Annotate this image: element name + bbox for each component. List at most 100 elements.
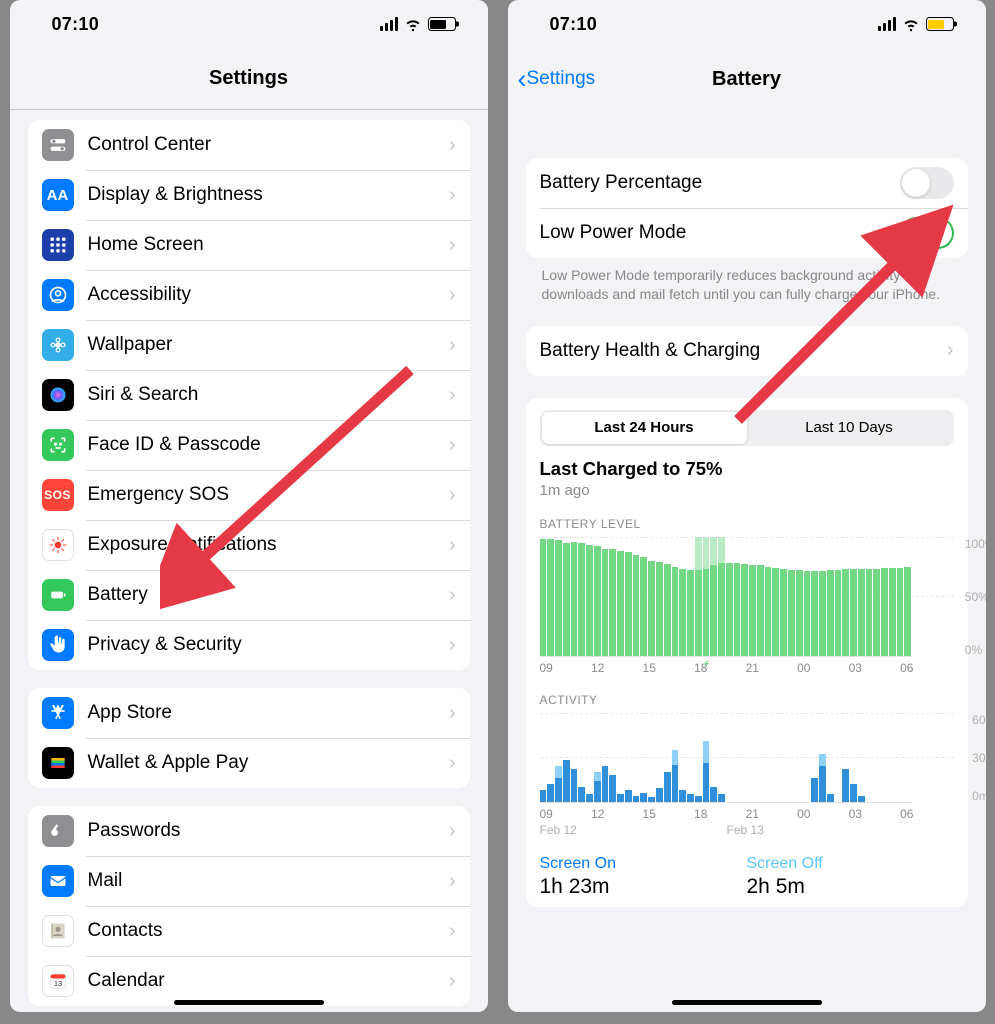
siri-icon [42,379,74,411]
chevron-right-icon: › [449,334,456,357]
settings-row-faceid[interactable]: Face ID & Passcode › [28,420,470,470]
status-time: 07:10 [550,14,598,35]
low-power-mode-label: Low Power Mode [540,222,886,244]
appstore-icon [42,697,74,729]
battery-health-label: Battery Health & Charging [540,340,933,362]
phone-battery-settings: 07:10 ‹ Settings Battery Battery Percent… [508,0,986,1012]
battery-toggles-group: Battery Percentage Low Power Mode [526,158,968,258]
battery-percentage-toggle[interactable] [900,167,954,199]
battery-health-group: Battery Health & Charging › [526,326,968,376]
cellular-signal-icon [380,17,398,31]
screen-off-stat[interactable]: Screen Off 2h 5m [747,855,954,899]
hand-icon [42,629,74,661]
home-indicator[interactable] [672,1000,822,1005]
battery-scroll[interactable]: Battery Percentage Low Power Mode Low Po… [508,110,986,1012]
status-time: 07:10 [52,14,100,35]
settings-row-label: Privacy & Security [88,634,435,656]
chevron-right-icon: › [449,434,456,457]
settings-row-mail[interactable]: Mail › [28,856,470,906]
settings-row-privacy[interactable]: Privacy & Security › [28,620,470,670]
settings-row-label: Wallpaper [88,334,435,356]
chevron-right-icon: › [449,634,456,657]
settings-row-passwords[interactable]: Passwords› [28,806,470,856]
wallet-icon [42,747,74,779]
phone-settings-list: 07:10 Settings Control Center› AA Display … [10,0,488,1012]
chevron-right-icon: › [449,970,456,993]
chevron-right-icon: › [449,484,456,507]
chevron-right-icon: › [449,234,456,257]
chevron-right-icon: › [449,870,456,893]
nav-title: Battery [712,68,781,91]
settings-row-accessibility[interactable]: Accessibility› [28,270,470,320]
settings-row-exposure[interactable]: Exposure Notifications› [28,520,470,570]
battery-level-xaxis: 0912151821000306 [540,661,954,675]
settings-row-label: Calendar [88,970,435,992]
settings-row-label: Emergency SOS [88,484,435,506]
settings-row-label: Battery [88,584,435,606]
settings-row-label: Display & Brightness [88,184,435,206]
grid-icon [42,229,74,261]
settings-row-sos[interactable]: SOSEmergency SOS› [28,470,470,520]
settings-row-label: Wallet & Apple Pay [88,752,435,774]
nav-title: Settings [209,67,288,90]
chevron-right-icon: › [947,339,954,362]
settings-group-general: Control Center›AADisplay & Brightness›Ho… [28,120,470,670]
chevron-right-icon: › [449,702,456,725]
key-icon [42,815,74,847]
activity-label: ACTIVITY [540,693,954,707]
face-icon [42,429,74,461]
battery-icon [428,17,456,31]
chevron-right-icon: › [449,752,456,775]
flower-icon [42,329,74,361]
settings-row-siri[interactable]: Siri & Search› [28,370,470,420]
activity-yaxis: 60m30m0m [972,713,985,803]
contacts-icon [42,915,74,947]
status-bar: 07:10 [508,0,986,48]
time-range-segmented[interactable]: Last 24 Hours Last 10 Days [540,410,954,446]
segment-24h[interactable]: Last 24 Hours [542,412,747,444]
home-indicator[interactable] [174,1000,324,1005]
settings-row-control-center[interactable]: Control Center› [28,120,470,170]
settings-row-label: Siri & Search [88,384,435,406]
settings-row-calendar[interactable]: 13 Calendar › [28,956,470,1006]
settings-group-store: App Store › Wallet & Apple Pay › [28,688,470,788]
last-charged-sub: 1m ago [540,482,954,499]
settings-row-label: Home Screen [88,234,435,256]
settings-group-apps: Passwords› Mail › Contacts› 13 Calendar › [28,806,470,1006]
low-power-mode-row[interactable]: Low Power Mode [526,208,968,258]
battery-percentage-label: Battery Percentage [540,172,886,194]
screen-on-label: Screen On [540,855,747,873]
settings-row-contacts[interactable]: Contacts› [28,906,470,956]
settings-row-label: Face ID & Passcode [88,434,435,456]
battery-icon [42,579,74,611]
settings-row-display[interactable]: AA Display & Brightness › [28,170,470,220]
battery-level-yaxis: 100%50%0% [965,537,986,657]
toggles-icon [42,129,74,161]
low-power-mode-toggle[interactable] [900,217,954,249]
settings-row-wallpaper[interactable]: Wallpaper › [28,320,470,370]
back-label: Settings [527,68,596,90]
calendar-icon: 13 [42,965,74,997]
settings-row-label: App Store [88,702,435,724]
wifi-icon [404,15,422,33]
screen-on-stat[interactable]: Screen On 1h 23m [540,855,747,899]
wifi-icon [902,15,920,33]
battery-lowpower-icon [926,17,954,31]
svg-text:13: 13 [53,979,61,988]
screen-off-value: 2h 5m [747,875,954,899]
settings-row-label: Accessibility [88,284,435,306]
settings-row-wallet[interactable]: Wallet & Apple Pay › [28,738,470,788]
settings-row-label: Mail [88,870,435,892]
segment-10d[interactable]: Last 10 Days [747,412,952,444]
back-button[interactable]: ‹ Settings [518,68,596,90]
settings-scroll[interactable]: Control Center›AADisplay & Brightness›Ho… [10,110,488,1012]
aa-icon: AA [42,179,74,211]
chevron-right-icon: › [449,534,456,557]
battery-percentage-row[interactable]: Battery Percentage [526,158,968,208]
settings-row-battery[interactable]: Battery› [28,570,470,620]
settings-row-home-screen[interactable]: Home Screen › [28,220,470,270]
settings-row-appstore[interactable]: App Store › [28,688,470,738]
chevron-right-icon: › [449,184,456,207]
battery-health-row[interactable]: Battery Health & Charging › [526,326,968,376]
activity-date-labels: Feb 12Feb 13 [540,823,954,837]
